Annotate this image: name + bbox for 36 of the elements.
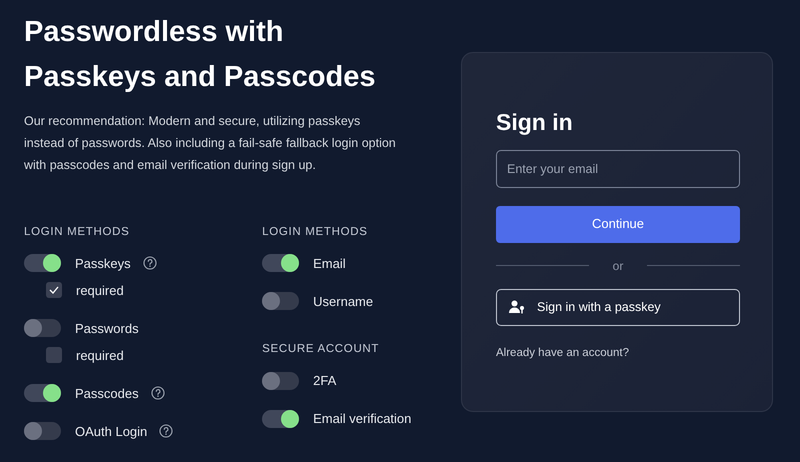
- toggle-switch[interactable]: [262, 292, 300, 310]
- option-label: OAuth Login: [75, 422, 148, 441]
- divider-text: or: [612, 258, 624, 274]
- option-label: Email verification: [313, 410, 412, 428]
- toggle-switch[interactable]: [24, 254, 61, 272]
- section-heading: LOGIN METHODS: [262, 225, 369, 240]
- toggle-switch[interactable]: [262, 410, 300, 428]
- page-heading: Passwordless with Passkeys and Passcodes: [24, 15, 376, 95]
- option-label: 2FA: [313, 372, 336, 390]
- option-label: required: [76, 346, 124, 365]
- email-field[interactable]: Enter your email: [496, 150, 740, 188]
- toggle-switch[interactable]: [24, 384, 61, 402]
- check-icon: [49, 286, 59, 294]
- help-icon[interactable]: [150, 386, 165, 400]
- toggle-switch[interactable]: [262, 372, 300, 390]
- user-key-icon: [509, 300, 525, 314]
- option-label: Passcodes: [75, 384, 139, 402]
- section-heading: LOGIN METHODS: [24, 225, 130, 240]
- card-title: Sign in: [496, 108, 574, 137]
- option-label: required: [76, 282, 124, 300]
- toggle-switch[interactable]: [24, 422, 61, 440]
- description: Our recommendation: Modern and secure, utilizing passkeys instead of passwords. Also including a fail-safe fallback login option with passcodes and email verification during sign up.: [24, 113, 397, 174]
- help-icon[interactable]: [159, 424, 174, 438]
- checkbox[interactable]: [46, 347, 62, 364]
- toggle-switch[interactable]: [262, 254, 300, 272]
- continue-button[interactable]: Continue: [496, 206, 740, 242]
- help-icon[interactable]: [142, 256, 157, 270]
- option-label: Email: [313, 254, 346, 272]
- section-heading: SECURE ACCOUNT: [262, 342, 380, 358]
- toggle-switch[interactable]: [24, 319, 61, 338]
- checkbox[interactable]: [46, 282, 62, 298]
- option-label: Username: [313, 292, 374, 310]
- passkey-button[interactable]: Sign in with a passkey: [496, 288, 740, 326]
- option-label: Passwords: [75, 320, 139, 338]
- account-link[interactable]: Already have an account?: [496, 344, 738, 362]
- option-label: Passkeys: [75, 254, 131, 273]
